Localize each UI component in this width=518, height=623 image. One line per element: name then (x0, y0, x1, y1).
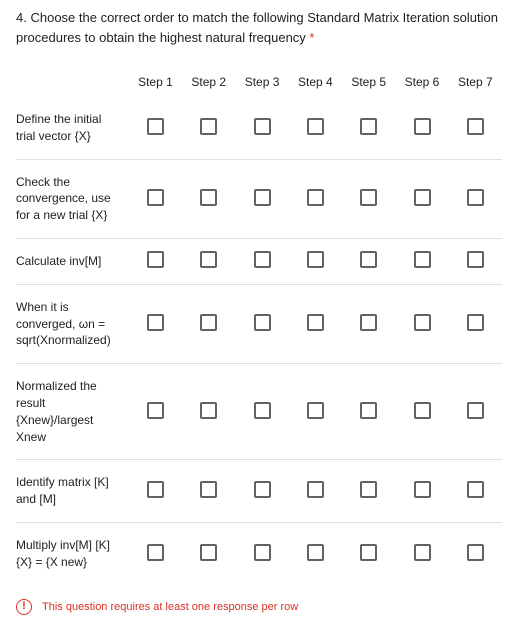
checkbox[interactable] (147, 251, 164, 268)
validation-message: ! This question requires at least one re… (16, 599, 502, 615)
col-header-step7: Step 7 (449, 67, 502, 97)
row-label: Identify matrix [K] and [M] (16, 460, 129, 523)
table-row: When it is converged, ωn = sqrt(Xnormali… (16, 284, 502, 363)
checkbox[interactable] (254, 544, 271, 561)
question-body: Choose the correct order to match the fo… (16, 10, 498, 45)
checkbox[interactable] (200, 251, 217, 268)
checkbox[interactable] (467, 544, 484, 561)
row-label: When it is converged, ωn = sqrt(Xnormali… (16, 284, 129, 363)
checkbox[interactable] (147, 314, 164, 331)
table-row: Normalized the result {Xnew}/largest Xne… (16, 364, 502, 460)
checkbox[interactable] (147, 481, 164, 498)
checkbox[interactable] (254, 189, 271, 206)
row-label: Check the convergence, use for a new tri… (16, 159, 129, 238)
checkbox[interactable] (147, 118, 164, 135)
checkbox[interactable] (307, 481, 324, 498)
checkbox[interactable] (254, 402, 271, 419)
checkbox[interactable] (360, 544, 377, 561)
alert-icon: ! (16, 599, 32, 615)
table-row: Multiply inv[M] [K] {X} = {X new} (16, 522, 502, 584)
table-row: Define the initial trial vector {X} (16, 97, 502, 159)
checkbox[interactable] (200, 402, 217, 419)
checkbox[interactable] (200, 481, 217, 498)
checkbox[interactable] (414, 189, 431, 206)
checkbox[interactable] (360, 314, 377, 331)
checkbox[interactable] (414, 544, 431, 561)
row-label: Normalized the result {Xnew}/largest Xne… (16, 364, 129, 460)
table-row: Calculate inv[M] (16, 238, 502, 284)
checkbox[interactable] (467, 314, 484, 331)
col-header-step3: Step 3 (235, 67, 288, 97)
col-header-step6: Step 6 (395, 67, 448, 97)
checkbox[interactable] (467, 481, 484, 498)
col-header-step4: Step 4 (289, 67, 342, 97)
checkbox[interactable] (307, 544, 324, 561)
checkbox[interactable] (414, 118, 431, 135)
matrix-grid: Step 1 Step 2 Step 3 Step 4 Step 5 Step … (16, 67, 502, 585)
question-text: 4. Choose the correct order to match the… (16, 8, 502, 47)
row-label: Define the initial trial vector {X} (16, 97, 129, 159)
checkbox[interactable] (147, 189, 164, 206)
checkbox[interactable] (147, 402, 164, 419)
checkbox[interactable] (467, 189, 484, 206)
checkbox[interactable] (254, 118, 271, 135)
question-number: 4. (16, 10, 30, 25)
checkbox[interactable] (147, 544, 164, 561)
checkbox[interactable] (360, 402, 377, 419)
checkbox[interactable] (414, 481, 431, 498)
checkbox[interactable] (414, 251, 431, 268)
checkbox[interactable] (467, 251, 484, 268)
corner-empty (16, 67, 129, 97)
row-label: Calculate inv[M] (16, 238, 129, 284)
checkbox[interactable] (254, 251, 271, 268)
checkbox[interactable] (307, 314, 324, 331)
checkbox[interactable] (467, 402, 484, 419)
checkbox[interactable] (254, 314, 271, 331)
col-header-step1: Step 1 (129, 67, 182, 97)
table-row: Identify matrix [K] and [M] (16, 460, 502, 523)
checkbox[interactable] (360, 118, 377, 135)
checkbox[interactable] (200, 544, 217, 561)
checkbox[interactable] (467, 118, 484, 135)
required-star: * (306, 30, 315, 45)
checkbox[interactable] (360, 189, 377, 206)
checkbox[interactable] (307, 251, 324, 268)
checkbox[interactable] (200, 118, 217, 135)
checkbox[interactable] (200, 189, 217, 206)
checkbox[interactable] (307, 402, 324, 419)
validation-text: This question requires at least one resp… (42, 601, 298, 613)
checkbox[interactable] (360, 481, 377, 498)
checkbox[interactable] (414, 314, 431, 331)
checkbox[interactable] (307, 118, 324, 135)
checkbox[interactable] (200, 314, 217, 331)
checkbox[interactable] (414, 402, 431, 419)
row-label: Multiply inv[M] [K] {X} = {X new} (16, 522, 129, 584)
checkbox[interactable] (307, 189, 324, 206)
checkbox[interactable] (254, 481, 271, 498)
col-header-step2: Step 2 (182, 67, 235, 97)
table-row: Check the convergence, use for a new tri… (16, 159, 502, 238)
col-header-step5: Step 5 (342, 67, 395, 97)
checkbox[interactable] (360, 251, 377, 268)
